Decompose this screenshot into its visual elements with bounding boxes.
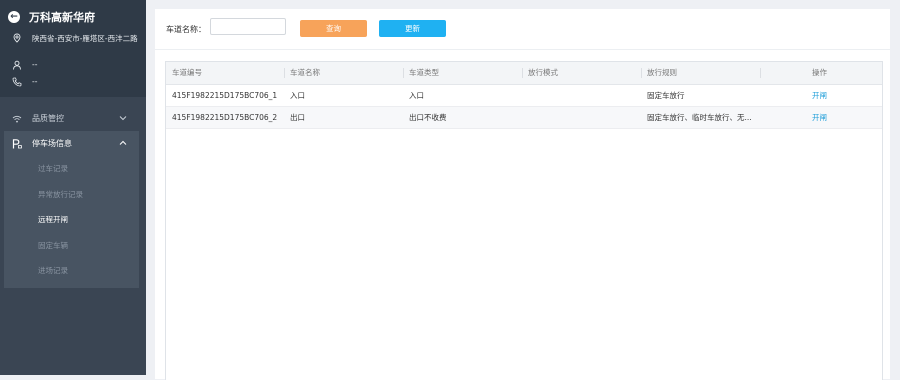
search-bar: 车道名称： 查询 更新 bbox=[155, 9, 890, 50]
table-row: 415F1982215D175BC706_1 入口 入口 固定车放行 开闸 bbox=[166, 85, 882, 107]
submenu-item-fixed-vehicles[interactable]: 固定车辆 bbox=[4, 233, 139, 259]
cell-lane-id: 415F1982215D175BC706_1 bbox=[172, 91, 278, 100]
column-divider bbox=[403, 68, 404, 78]
parking-icon bbox=[12, 138, 22, 148]
lane-name-input[interactable] bbox=[210, 18, 286, 35]
query-button[interactable]: 查询 bbox=[300, 20, 367, 37]
cell-lane-id: 415F1982215D175BC706_2 bbox=[172, 113, 278, 122]
phone-icon bbox=[12, 77, 22, 87]
menu-item-label: 品质管控 bbox=[32, 114, 64, 123]
cell-lane-name: 出口 bbox=[290, 113, 305, 122]
back-arrow-icon[interactable]: ← bbox=[8, 11, 20, 23]
column-header-lane-id: 车道编号 bbox=[172, 68, 202, 77]
main-panel: 车道名称： 查询 更新 车道编号 车道名称 车道类型 放行模式 放行规则 操作 … bbox=[155, 9, 890, 380]
table-header: 车道编号 车道名称 车道类型 放行模式 放行规则 操作 bbox=[166, 62, 882, 85]
phone-number: -- bbox=[32, 77, 38, 86]
cell-lane-name: 入口 bbox=[290, 91, 305, 100]
open-gate-link[interactable]: 开闸 bbox=[812, 85, 827, 106]
menu-item-label: 停车场信息 bbox=[32, 139, 72, 148]
menu-item-quality-control[interactable]: 品质管控 bbox=[4, 106, 139, 131]
lane-table: 车道编号 车道名称 车道类型 放行模式 放行规则 操作 415F1982215D… bbox=[165, 61, 883, 380]
column-header-lane-type: 车道类型 bbox=[409, 68, 439, 77]
user-name: -- bbox=[32, 60, 38, 69]
cell-lane-type: 入口 bbox=[409, 91, 424, 100]
column-header-release-rule: 放行规则 bbox=[647, 68, 677, 77]
cell-release-rule: 固定车放行、临时车放行、无... bbox=[647, 113, 752, 122]
column-header-release-mode: 放行模式 bbox=[528, 68, 558, 77]
menu-item-parking-info[interactable]: 停车场信息 bbox=[4, 131, 139, 156]
column-divider bbox=[522, 68, 523, 78]
submenu-item-abnormal-release[interactable]: 异常放行记录 bbox=[4, 182, 139, 208]
cell-release-rule: 固定车放行 bbox=[647, 91, 685, 100]
lane-name-label: 车道名称： bbox=[166, 25, 206, 34]
parking-submenu: 过车记录 异常放行记录 远程开闸 固定车辆 进场记录 bbox=[4, 156, 139, 288]
project-title-row: ← 万科高新华府 bbox=[8, 9, 95, 25]
column-header-action: 操作 bbox=[812, 68, 827, 77]
column-divider bbox=[284, 68, 285, 78]
address-text: 陕西省-西安市-雁塔区-西沣二路 bbox=[32, 34, 138, 43]
sidebar: ← 万科高新华府 陕西省-西安市-雁塔区-西沣二路 -- -- 品质管控 停车场… bbox=[0, 0, 146, 375]
table-row: 415F1982215D175BC706_2 出口 出口不收费 固定车放行、临时… bbox=[166, 107, 882, 129]
wifi-icon bbox=[12, 115, 22, 122]
submenu-item-remote-gate[interactable]: 远程开闸 bbox=[4, 207, 139, 233]
address-row: 陕西省-西安市-雁塔区-西沣二路 bbox=[12, 33, 138, 44]
refresh-button[interactable]: 更新 bbox=[379, 20, 446, 37]
phone-row: -- bbox=[12, 77, 37, 87]
submenu-item-pass-records[interactable]: 过车记录 bbox=[4, 156, 139, 182]
submenu-item-entry-records[interactable]: 进场记录 bbox=[4, 258, 139, 284]
chevron-down-icon bbox=[119, 116, 127, 121]
user-row: -- bbox=[12, 60, 37, 70]
sidebar-menu: 品质管控 停车场信息 过车记录 异常放行记录 远程开闸 固定车辆 进场记录 bbox=[4, 106, 139, 288]
project-title: 万科高新华府 bbox=[29, 11, 95, 24]
column-divider bbox=[641, 68, 642, 78]
user-icon bbox=[13, 60, 21, 70]
location-pin-icon bbox=[13, 33, 21, 43]
chevron-up-icon bbox=[119, 140, 127, 145]
column-header-lane-name: 车道名称 bbox=[290, 68, 320, 77]
cell-lane-type: 出口不收费 bbox=[409, 113, 447, 122]
column-divider bbox=[760, 68, 761, 78]
open-gate-link[interactable]: 开闸 bbox=[812, 107, 827, 128]
